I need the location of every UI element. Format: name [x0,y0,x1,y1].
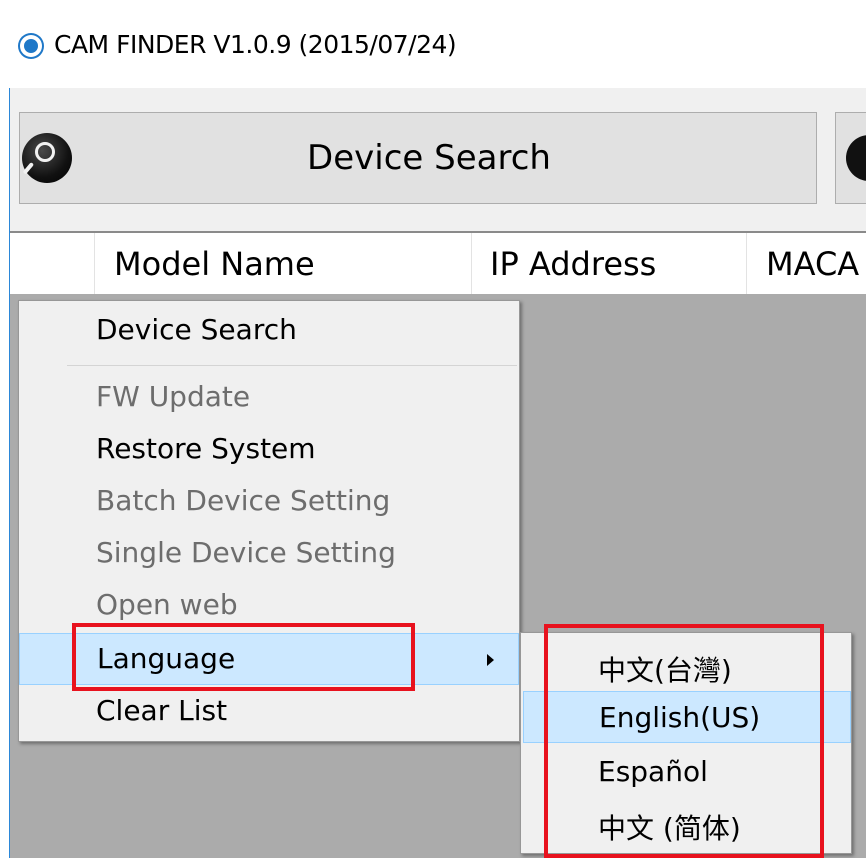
column-separator[interactable] [94,233,95,294]
submenu-arrow-icon [487,654,494,666]
device-search-button-label: Device Search [307,138,551,178]
column-header-model-name[interactable]: Model Name [114,245,315,283]
column-header-ip-address[interactable]: IP Address [490,245,656,283]
window-title: CAM FINDER V1.0.9 (2015/07/24) [54,30,457,59]
device-list-header: Model Name IP Address MACA [10,231,866,294]
app-logo-icon [20,35,42,57]
title-bar: CAM FINDER V1.0.9 (2015/07/24) [0,0,866,88]
annotation-highlight-submenu [544,624,824,858]
app-window: CAM FINDER V1.0.9 (2015/07/24) Device Se… [0,0,866,858]
column-header-mac-address[interactable]: MACA [766,245,859,283]
column-separator[interactable] [746,233,747,294]
menu-item-restore-system[interactable]: Restore System [19,423,519,475]
menu-item-batch-device-setting[interactable]: Batch Device Setting [19,475,519,527]
menu-item-device-search[interactable]: Device Search [19,304,519,356]
menu-item-clear-list[interactable]: Clear List [19,685,519,737]
annotation-highlight-language [72,623,415,691]
toolbar-second-icon [846,135,866,181]
device-search-button[interactable]: Device Search [19,112,817,204]
menu-item-single-device-setting[interactable]: Single Device Setting [19,527,519,579]
column-separator[interactable] [471,233,472,294]
menu-separator [67,365,517,366]
toolbar-second-button[interactable] [835,112,866,204]
menu-item-fw-update[interactable]: FW Update [19,371,519,423]
